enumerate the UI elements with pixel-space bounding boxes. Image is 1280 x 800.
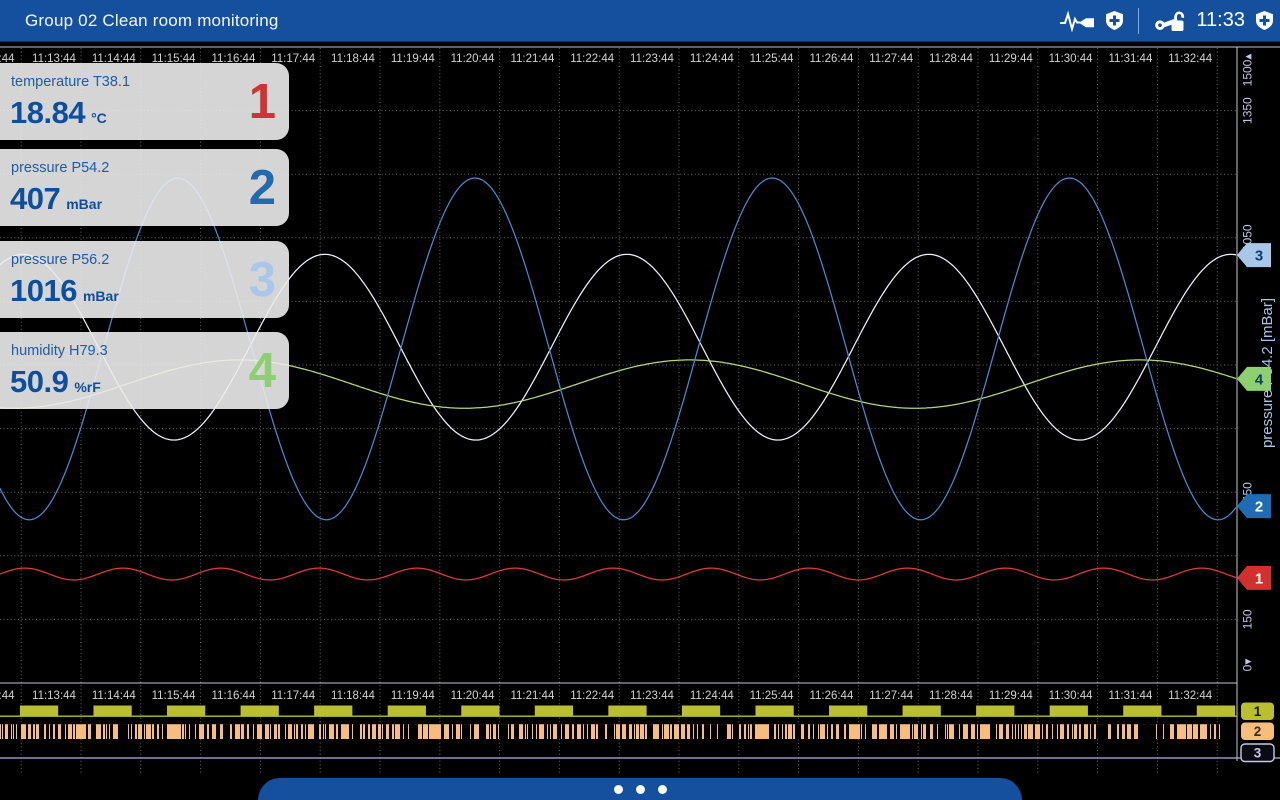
channel-card-4[interactable]: humidity H79.3 50.9 %rF 4 [0, 332, 289, 409]
channel-marker-1[interactable]: 1 [1237, 566, 1271, 590]
svg-text:1: 1 [1254, 704, 1262, 719]
svg-text:11:16:44: 11:16:44 [211, 690, 256, 702]
svg-text:11:26:44: 11:26:44 [809, 690, 854, 702]
drawer-dot [636, 785, 645, 794]
svg-text:11:18:44: 11:18:44 [331, 690, 376, 702]
svg-text:11:31:44: 11:31:44 [1108, 690, 1153, 702]
channel-value: 407 [10, 181, 60, 217]
setup-unlocked-key-icon [1154, 8, 1185, 34]
channel-unit: mBar [83, 288, 119, 304]
svg-text:11:24:44: 11:24:44 [690, 690, 735, 702]
channel-unit: %rF [74, 379, 100, 395]
channel-card-2[interactable]: pressure P54.2 407 mBar 2 [0, 149, 289, 226]
svg-text:11:28:44: 11:28:44 [929, 690, 974, 702]
screen: { "header": { "title": "Group 02 Clean r… [0, 0, 1280, 800]
svg-text:11:29:44: 11:29:44 [989, 690, 1034, 702]
svg-text:11:23:44: 11:23:44 [630, 690, 675, 702]
config-changed-shield-icon [1106, 11, 1123, 30]
channel-value: 1016 [10, 273, 77, 309]
svg-text:11:22:44: 11:22:44 [570, 690, 615, 702]
svg-text:11:30:44: 11:30:44 [1049, 690, 1094, 702]
header-divider [1138, 8, 1139, 34]
channel-card-3[interactable]: pressure P56.2 1016 mBar 3 [0, 241, 289, 318]
menu-drawer-handle[interactable] [258, 778, 1022, 800]
svg-text:150: 150 [1241, 609, 1255, 629]
svg-text:11:14:44: 11:14:44 [92, 690, 137, 702]
svg-text:3: 3 [1255, 248, 1263, 265]
channel-number: 4 [249, 332, 276, 409]
channel-unit: mBar [66, 196, 102, 212]
channel-card-1[interactable]: temperature T38.1 18.84 °C 1 [0, 63, 289, 140]
drawer-dot [658, 785, 667, 794]
svg-text::44: :44 [0, 690, 15, 702]
svg-text:11:20:44: 11:20:44 [451, 690, 496, 702]
event-tracks [0, 706, 1280, 759]
channel-unit: °C [91, 110, 107, 126]
svg-text:11:25:44: 11:25:44 [750, 690, 795, 702]
svg-text:11:32:44: 11:32:44 [1168, 690, 1213, 702]
config-changed-shield-icon [1256, 11, 1273, 30]
channel-number: 2 [249, 149, 276, 226]
channel-marker-4[interactable]: 4 [1237, 367, 1271, 391]
svg-text:11:19:44: 11:19:44 [391, 690, 436, 702]
channel-value: 18.84 [10, 95, 85, 131]
svg-text:11:15:44: 11:15:44 [152, 690, 197, 702]
clock: 11:33 [1196, 9, 1245, 32]
svg-text:2: 2 [1255, 499, 1263, 516]
channel-name: pressure P56.2 [11, 252, 109, 268]
svg-text:11:27:44: 11:27:44 [869, 690, 914, 702]
channel-name: humidity H79.3 [11, 343, 108, 359]
track-badge-2[interactable]: 2 [1241, 723, 1274, 741]
signal-record-icon [1059, 10, 1095, 32]
svg-text:1350: 1350 [1241, 97, 1255, 124]
svg-text:4: 4 [1255, 371, 1264, 388]
svg-text:3: 3 [1254, 746, 1262, 761]
group-title: Group 02 Clean room monitoring [0, 11, 279, 31]
svg-text:1: 1 [1255, 570, 1263, 587]
svg-text:1500▴: 1500▴ [1241, 54, 1255, 87]
svg-text:11:13:44: 11:13:44 [32, 690, 77, 702]
svg-text:11:17:44: 11:17:44 [271, 690, 316, 702]
channel-value: 50.9 [10, 364, 68, 400]
svg-text:0▾: 0▾ [1241, 659, 1255, 672]
header-bar: Group 02 Clean room monitoring 11:33 [0, 0, 1280, 42]
channel-number: 3 [249, 241, 276, 318]
svg-text:11:21:44: 11:21:44 [510, 690, 555, 702]
header-status-area: 11:33 [1059, 8, 1280, 34]
track-badge-3[interactable]: 3 [1241, 744, 1274, 762]
channel-number: 1 [249, 63, 276, 140]
channel-name: pressure P54.2 [11, 160, 109, 176]
track-badge-1[interactable]: 1 [1241, 703, 1274, 721]
channel-name: temperature T38.1 [11, 74, 130, 90]
svg-text:2: 2 [1254, 724, 1262, 739]
drawer-dot [614, 785, 623, 794]
